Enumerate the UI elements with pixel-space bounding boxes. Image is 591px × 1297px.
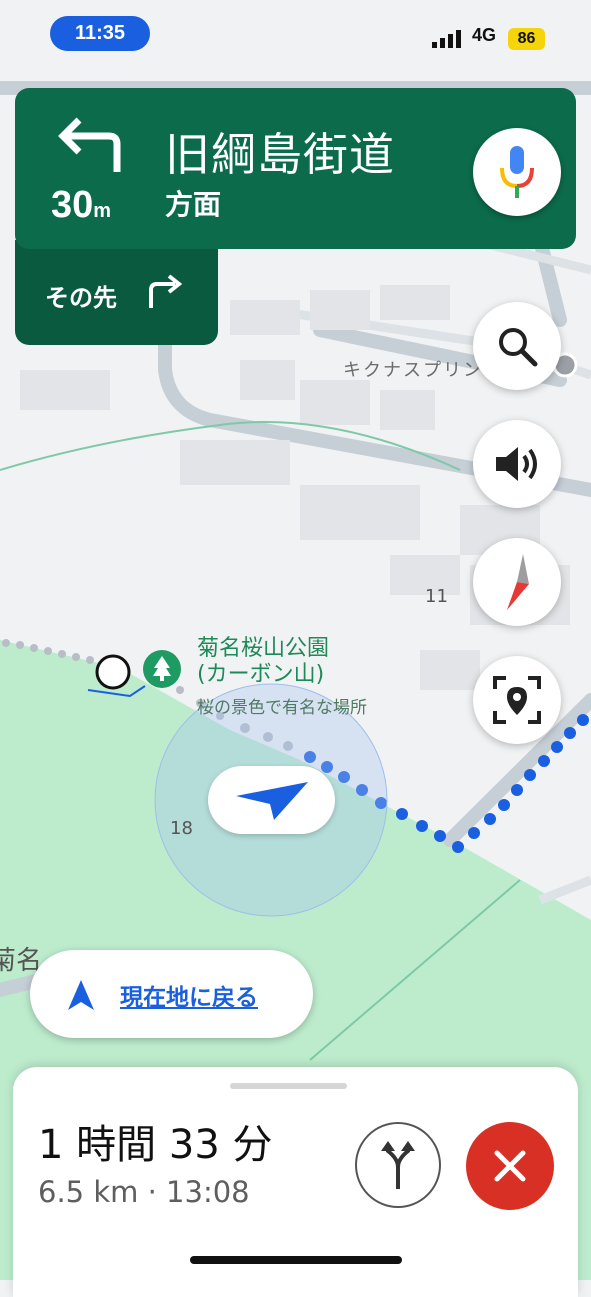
- current-location-marker: [208, 766, 335, 834]
- direction-label: 方面: [165, 188, 222, 221]
- recenter-label: 現在地に戻る: [120, 985, 258, 1011]
- speaker-icon: [496, 447, 537, 481]
- turn-right-icon: [145, 274, 185, 314]
- search-icon: [499, 328, 538, 367]
- road-number-label: 18: [170, 818, 193, 839]
- search-button[interactable]: [473, 302, 561, 390]
- voice-search-button[interactable]: [473, 128, 561, 216]
- exit-navigation-button[interactable]: [466, 1122, 554, 1210]
- distance-unit: m: [93, 200, 112, 222]
- street-name: 旧綱島街道: [165, 128, 396, 181]
- turn-distance: 30m: [51, 184, 111, 227]
- close-icon: [494, 1150, 526, 1182]
- trip-duration: 1 時間 33 分: [38, 1122, 273, 1168]
- park-pin-icon: [143, 650, 181, 688]
- signal-icon: [432, 30, 462, 52]
- report-location-button[interactable]: [473, 656, 561, 744]
- trip-summary: 6.5 km · 13:08: [38, 1175, 250, 1209]
- recenter-button[interactable]: 現在地に戻る: [30, 950, 313, 1038]
- poi-description: 桜の景色で有名な場所: [197, 698, 367, 718]
- compass-button[interactable]: [473, 538, 561, 626]
- then-turn-card[interactable]: その先: [15, 240, 218, 345]
- then-label: その先: [45, 284, 117, 312]
- waypoint-marker: [95, 654, 131, 690]
- compass-icon: [507, 554, 529, 610]
- alternate-routes-button[interactable]: [355, 1122, 441, 1208]
- drag-handle[interactable]: [230, 1083, 347, 1089]
- status-time: 11:35: [50, 16, 150, 51]
- battery-level: 86: [508, 28, 545, 50]
- place-label: キクナスプリン: [343, 360, 483, 381]
- poi-name[interactable]: 菊名桜山公園 (カーボン山): [197, 636, 329, 688]
- distance-value: 30: [51, 184, 94, 226]
- turn-left-icon: [55, 116, 123, 178]
- report-location-icon: [493, 676, 541, 724]
- navigation-arrow-icon: [68, 980, 94, 1010]
- home-indicator[interactable]: [190, 1256, 402, 1264]
- route-split-icon: [381, 1141, 415, 1189]
- microphone-icon: [500, 146, 534, 198]
- sound-button[interactable]: [473, 420, 561, 508]
- network-type: 4G: [472, 25, 497, 45]
- navigation-arrow-icon: [235, 782, 308, 820]
- road-number-label: 11: [425, 586, 448, 607]
